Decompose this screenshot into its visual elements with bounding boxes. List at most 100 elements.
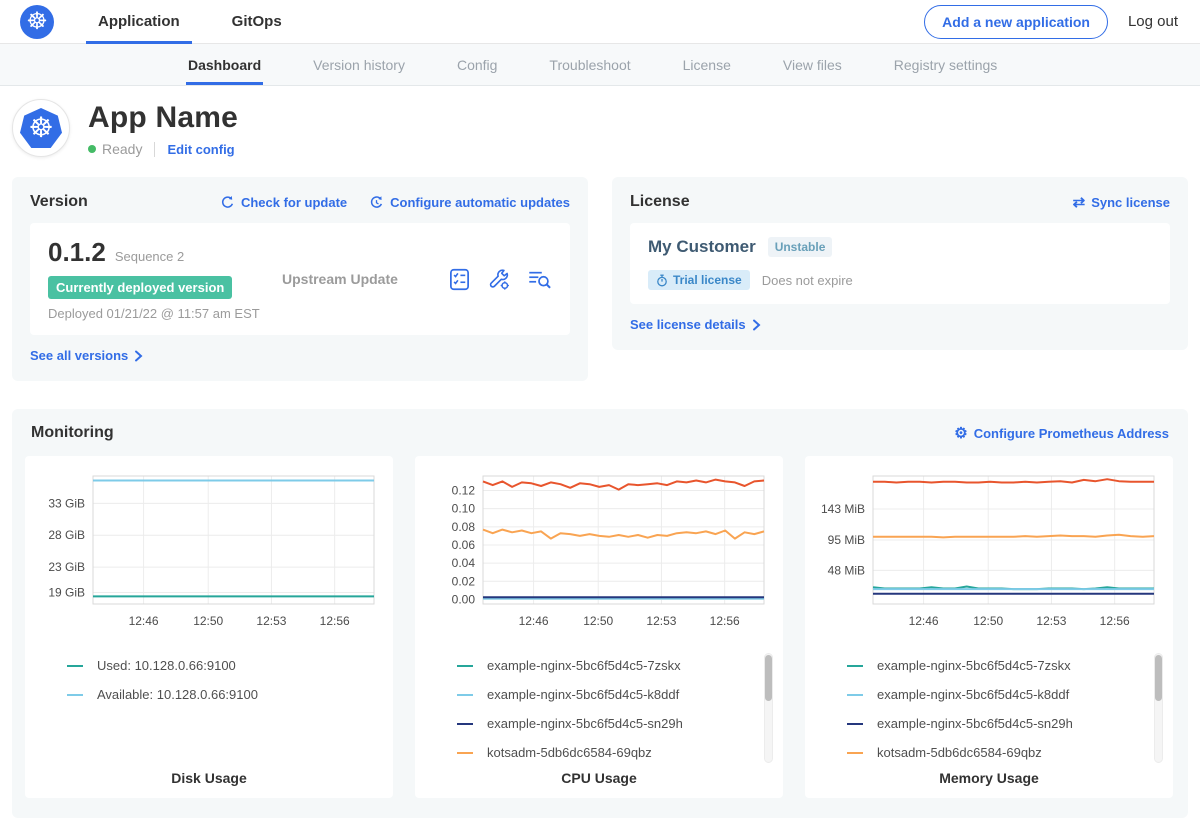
svg-text:0.12: 0.12: [452, 484, 476, 498]
legend-swatch-icon: [457, 665, 473, 667]
legend-item: Available: 10.128.0.66:9100: [67, 680, 381, 709]
wrench-config-icon[interactable]: [487, 268, 511, 291]
version-number: 0.1.2: [48, 237, 106, 268]
currently-deployed-badge: Currently deployed version: [48, 276, 232, 299]
configure-prometheus-link[interactable]: ⚙ Configure Prometheus Address: [954, 426, 1169, 441]
svg-text:12:56: 12:56: [1100, 614, 1130, 628]
svg-text:12:46: 12:46: [129, 614, 159, 628]
legend-label: example-nginx-5bc6f5d4c5-7zskx: [487, 658, 681, 673]
legend-item: example-nginx-5bc6f5d4c5-sn29h: [457, 709, 771, 738]
svg-text:19 GiB: 19 GiB: [48, 586, 85, 600]
tab-version-history[interactable]: Version history: [313, 44, 405, 85]
legend-swatch-icon: [847, 723, 863, 725]
legend-label: Used: 10.128.0.66:9100: [97, 658, 236, 673]
chart-card-cpu-usage: 0.000.020.040.060.080.100.1212:4612:5012…: [415, 456, 783, 798]
check-for-update-link[interactable]: Check for update: [220, 195, 347, 210]
charts-row: 19 GiB23 GiB28 GiB33 GiB12:4612:5012:531…: [25, 456, 1175, 798]
svg-text:12:46: 12:46: [909, 614, 939, 628]
configure-automatic-updates-link[interactable]: Configure automatic updates: [369, 195, 570, 210]
svg-text:0.04: 0.04: [452, 556, 476, 570]
tab-license[interactable]: License: [683, 44, 731, 85]
svg-text:0.08: 0.08: [452, 520, 476, 534]
license-card: License ⇄ Sync license My Customer Unsta…: [612, 177, 1188, 350]
svg-text:12:50: 12:50: [583, 614, 613, 628]
chart-title: CPU Usage: [415, 770, 783, 786]
legend-item: kotsadm-5db6dc6584-69qbz: [847, 738, 1161, 767]
chart-legend: example-nginx-5bc6f5d4c5-7zskx example-ng…: [427, 651, 771, 767]
stopwatch-icon: [656, 274, 668, 287]
legend-swatch-icon: [847, 752, 863, 754]
preflight-checks-icon[interactable]: [448, 268, 471, 291]
deploy-logs-icon[interactable]: [527, 269, 552, 290]
svg-text:143 MiB: 143 MiB: [821, 502, 865, 516]
svg-text:33 GiB: 33 GiB: [48, 496, 85, 510]
legend-scrollbar[interactable]: [1154, 653, 1163, 763]
see-all-versions-link[interactable]: See all versions: [30, 348, 143, 363]
legend-item: kotsadm-5db6dc6584-69qbz: [457, 738, 771, 767]
svg-text:0.00: 0.00: [452, 592, 476, 606]
legend-scrollbar[interactable]: [764, 653, 773, 763]
legend-item: example-nginx-5bc6f5d4c5-k8ddf: [847, 680, 1161, 709]
svg-text:12:53: 12:53: [646, 614, 676, 628]
sync-arrows-icon: ⇄: [1073, 195, 1086, 210]
legend-scrollbar-thumb[interactable]: [1155, 655, 1162, 701]
legend-item: example-nginx-5bc6f5d4c5-7zskx: [847, 651, 1161, 680]
legend-swatch-icon: [67, 665, 83, 667]
legend-scrollbar-thumb[interactable]: [765, 655, 772, 701]
tab-config[interactable]: Config: [457, 44, 497, 85]
svg-text:12:46: 12:46: [519, 614, 549, 628]
see-license-details-link[interactable]: See license details: [630, 317, 761, 332]
sync-license-link[interactable]: ⇄ Sync license: [1073, 195, 1170, 210]
tab-dashboard[interactable]: Dashboard: [188, 44, 261, 85]
legend-label: kotsadm-5db6dc6584-69qbz: [487, 745, 652, 760]
license-card-title: License: [630, 193, 690, 211]
svg-text:12:53: 12:53: [256, 614, 286, 628]
legend-label: kotsadm-5db6dc6584-69qbz: [877, 745, 1042, 760]
app-status: Ready: [102, 141, 142, 157]
app-logo-icon: ☸: [12, 99, 70, 157]
svg-text:12:50: 12:50: [973, 614, 1003, 628]
top-nav-tabs: Application GitOps: [92, 0, 328, 44]
logout-link[interactable]: Log out: [1128, 13, 1178, 30]
svg-text:95 MiB: 95 MiB: [828, 533, 865, 547]
gear-icon: ⚙: [954, 426, 967, 441]
chart-legend: Used: 10.128.0.66:9100 Available: 10.128.…: [37, 651, 381, 709]
legend-swatch-icon: [847, 694, 863, 696]
edit-config-link[interactable]: Edit config: [167, 142, 234, 157]
line-chart: 19 GiB23 GiB28 GiB33 GiB12:4612:5012:531…: [37, 466, 381, 634]
legend-swatch-icon: [847, 665, 863, 667]
legend-item: example-nginx-5bc6f5d4c5-7zskx: [457, 651, 771, 680]
legend-swatch-icon: [457, 752, 473, 754]
version-sequence: Sequence 2: [115, 249, 184, 264]
top-tab-gitops[interactable]: GitOps: [226, 0, 288, 44]
svg-text:0.10: 0.10: [452, 502, 476, 516]
chart-card-disk-usage: 19 GiB23 GiB28 GiB33 GiB12:4612:5012:531…: [25, 456, 393, 798]
line-chart: 0.000.020.040.060.080.100.1212:4612:5012…: [427, 466, 771, 634]
legend-label: example-nginx-5bc6f5d4c5-7zskx: [877, 658, 1071, 673]
legend-label: example-nginx-5bc6f5d4c5-k8ddf: [877, 687, 1069, 702]
refresh-icon: [220, 195, 235, 210]
legend-item: Used: 10.128.0.66:9100: [67, 651, 381, 680]
tab-registry-settings[interactable]: Registry settings: [894, 44, 997, 85]
legend-swatch-icon: [457, 723, 473, 725]
legend-item: example-nginx-5bc6f5d4c5-sn29h: [847, 709, 1161, 738]
top-tab-application[interactable]: Application: [92, 0, 186, 44]
version-source-label: Upstream Update: [282, 271, 398, 287]
customer-name: My Customer: [648, 237, 756, 257]
version-card: Version Check for update Configure autom…: [12, 177, 588, 381]
chart-legend: example-nginx-5bc6f5d4c5-7zskx example-ng…: [817, 651, 1161, 767]
tab-view-files[interactable]: View files: [783, 44, 842, 85]
chevron-right-icon: [752, 319, 761, 331]
chart-card-memory-usage: 48 MiB95 MiB143 MiB12:4612:5012:5312:56e…: [805, 456, 1173, 798]
legend-label: Available: 10.128.0.66:9100: [97, 687, 258, 702]
deployed-timestamp: Deployed 01/21/22 @ 11:57 am EST: [48, 306, 270, 321]
legend-item: example-nginx-5bc6f5d4c5-k8ddf: [457, 680, 771, 709]
chart-title: Memory Usage: [805, 770, 1173, 786]
legend-swatch-icon: [457, 694, 473, 696]
svg-text:48 MiB: 48 MiB: [828, 563, 865, 577]
legend-swatch-icon: [67, 694, 83, 696]
tab-troubleshoot[interactable]: Troubleshoot: [549, 44, 630, 85]
add-application-button[interactable]: Add a new application: [924, 5, 1108, 39]
svg-text:12:50: 12:50: [193, 614, 223, 628]
monitoring-title: Monitoring: [31, 424, 114, 442]
